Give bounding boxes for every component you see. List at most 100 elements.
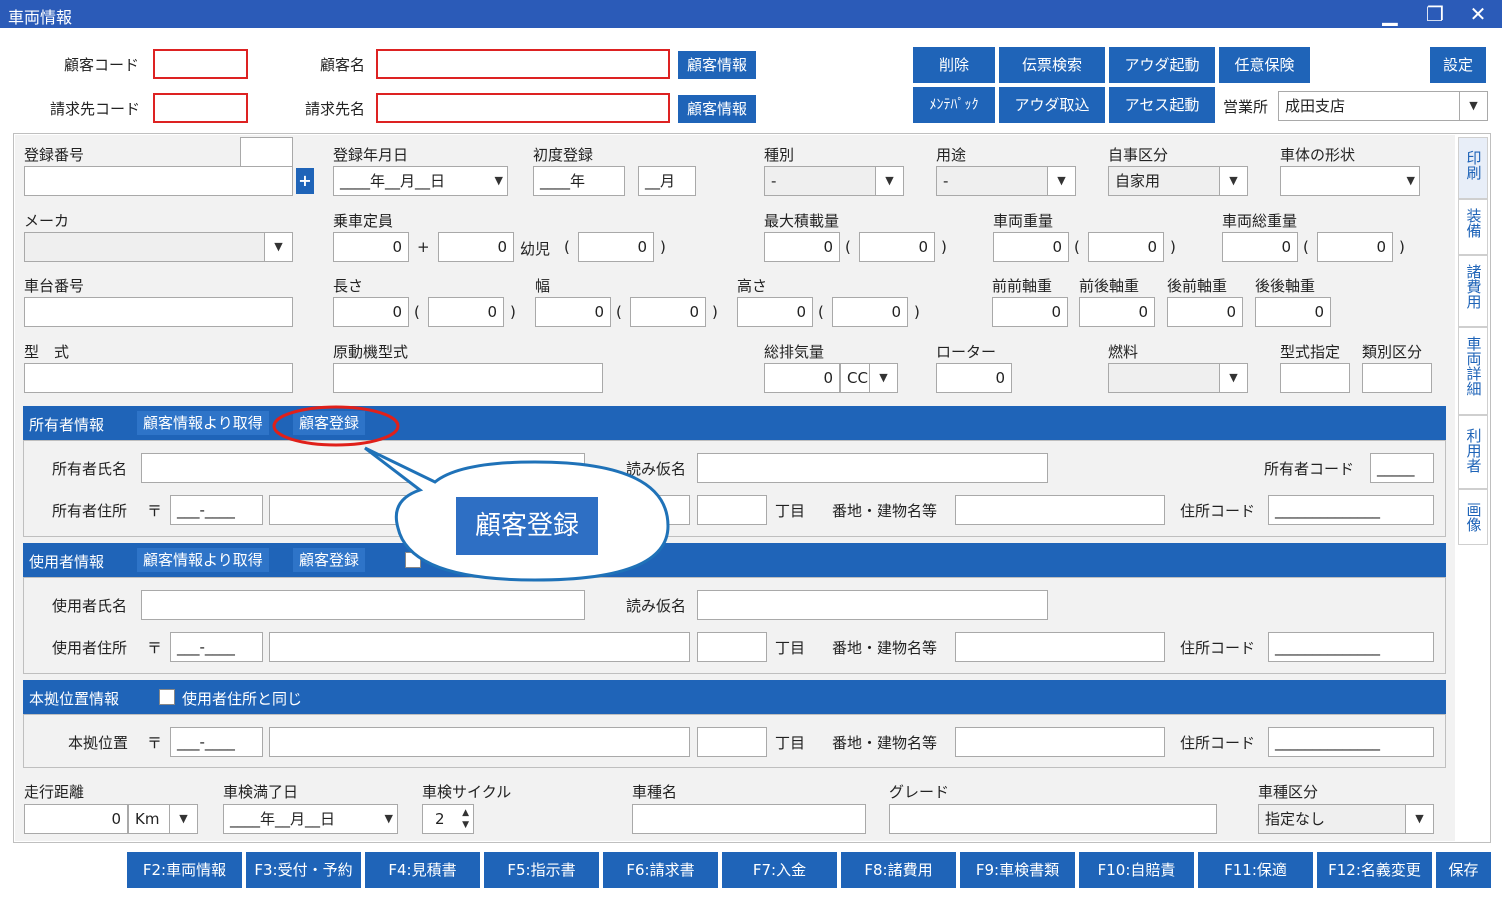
model-spec-input[interactable] bbox=[1280, 363, 1350, 393]
plus-button[interactable]: + bbox=[296, 168, 314, 194]
base-chome-input[interactable] bbox=[697, 727, 767, 757]
user-get-from-customer-button[interactable]: 顧客情報より取得 bbox=[137, 548, 269, 572]
km-select[interactable]: Km ▼ bbox=[128, 804, 198, 834]
side-tab-print[interactable]: 印刷 bbox=[1458, 137, 1488, 199]
fkey-f11-insurance[interactable]: F11:保適 bbox=[1198, 852, 1313, 888]
type-select[interactable]: - ▼ bbox=[764, 166, 904, 196]
owner-chome-input[interactable] bbox=[697, 495, 767, 525]
owner-bldg-input[interactable] bbox=[955, 495, 1165, 525]
customer-code-input[interactable] bbox=[153, 49, 248, 79]
spinner-icon[interactable]: ▲ ▼ bbox=[462, 807, 469, 833]
billing-customer-info-button[interactable]: 顧客情報 bbox=[678, 95, 756, 123]
private-class-select[interactable]: 自家用 ▼ bbox=[1108, 166, 1248, 196]
ff-axle-input[interactable]: 0 bbox=[992, 297, 1068, 327]
fkey-f8-expenses[interactable]: F8:諸費用 bbox=[841, 852, 956, 888]
office-select[interactable]: 成田支店 ▼ bbox=[1278, 91, 1488, 121]
car-name-input[interactable] bbox=[632, 804, 866, 834]
weight-input[interactable]: 0 bbox=[993, 232, 1069, 262]
side-tab-vehicle-detail[interactable]: 車両詳細 bbox=[1458, 327, 1488, 415]
infant-input[interactable]: 0 bbox=[578, 232, 654, 262]
minimize-button[interactable]: ▁ bbox=[1375, 2, 1405, 26]
save-button[interactable]: 保存 bbox=[1436, 852, 1491, 888]
user-address-input[interactable] bbox=[269, 632, 690, 662]
base-addr-code-input[interactable]: ______________ bbox=[1268, 727, 1434, 757]
base-bldg-input[interactable] bbox=[955, 727, 1165, 757]
customer-info-button[interactable]: 顧客情報 bbox=[678, 51, 756, 79]
delete-button[interactable]: 削除 bbox=[913, 47, 995, 83]
usage-select[interactable]: - ▼ bbox=[936, 166, 1076, 196]
fkey-f10-liability[interactable]: F10:自賠責 bbox=[1079, 852, 1194, 888]
rotor-input[interactable]: 0 bbox=[936, 363, 1012, 393]
auda-import-button[interactable]: アウダ取込 bbox=[999, 87, 1105, 123]
first-reg-year-input[interactable]: ____年 bbox=[533, 166, 625, 196]
grade-input[interactable] bbox=[889, 804, 1217, 834]
optional-insurance-button[interactable]: 任意保険 bbox=[1219, 47, 1310, 83]
displacement-input[interactable]: 0 bbox=[764, 363, 840, 393]
customer-name-input[interactable] bbox=[376, 49, 670, 79]
side-tab-images[interactable]: 画像 bbox=[1458, 489, 1488, 545]
fkey-f7-payment[interactable]: F7:入金 bbox=[722, 852, 837, 888]
voucher-search-button[interactable]: 伝票検索 bbox=[999, 47, 1105, 83]
height-input-2[interactable]: 0 bbox=[832, 297, 908, 327]
user-chome-input[interactable] bbox=[697, 632, 767, 662]
settings-button[interactable]: 設定 bbox=[1430, 47, 1486, 83]
model-input[interactable] bbox=[24, 363, 293, 393]
base-postal-input[interactable]: ___-____ bbox=[170, 727, 263, 757]
inspection-end-picker[interactable]: ____年__月__日 ▼ bbox=[223, 804, 398, 834]
length-input-2[interactable]: 0 bbox=[428, 297, 504, 327]
user-bldg-input[interactable] bbox=[955, 632, 1165, 662]
billing-code-input[interactable] bbox=[153, 93, 248, 123]
gross-weight-input-2[interactable]: 0 bbox=[1317, 232, 1393, 262]
length-input[interactable]: 0 bbox=[333, 297, 409, 327]
max-load-input-2[interactable]: 0 bbox=[859, 232, 935, 262]
side-tab-equipment[interactable]: 装備 bbox=[1458, 199, 1488, 255]
side-tab-expenses[interactable]: 諸費用 bbox=[1458, 255, 1488, 327]
fkey-f6-invoice[interactable]: F6:請求書 bbox=[603, 852, 718, 888]
fr-axle-input[interactable]: 0 bbox=[1079, 297, 1155, 327]
fuel-select[interactable]: ▼ bbox=[1108, 363, 1248, 393]
capacity-child-input[interactable]: 0 bbox=[438, 232, 514, 262]
user-postal-input[interactable]: ___-____ bbox=[170, 632, 263, 662]
engine-model-input[interactable] bbox=[333, 363, 603, 393]
rf-axle-input[interactable]: 0 bbox=[1167, 297, 1243, 327]
capacity-adult-input[interactable]: 0 bbox=[333, 232, 409, 262]
owner-addr-code-input[interactable]: ______________ bbox=[1268, 495, 1434, 525]
maintepack-button[interactable]: ﾒﾝﾃﾊﾟｯｸ bbox=[913, 87, 995, 123]
reg-number-prefix-input[interactable] bbox=[240, 137, 293, 167]
fkey-f2-vehicle-info[interactable]: F2:車両情報 bbox=[127, 852, 242, 888]
fkey-f12-name-change[interactable]: F12:名義変更 bbox=[1317, 852, 1432, 888]
maker-select[interactable]: ▼ bbox=[24, 232, 293, 262]
class-cls-input[interactable] bbox=[1362, 363, 1432, 393]
owner-kana-input[interactable] bbox=[697, 453, 1048, 483]
restore-button[interactable]: ❐ bbox=[1420, 2, 1450, 26]
side-tab-users[interactable]: 利用者 bbox=[1458, 415, 1488, 489]
chassis-input[interactable] bbox=[24, 297, 293, 327]
reg-date-picker[interactable]: ____年__月__日 ▼ bbox=[333, 166, 508, 196]
vehicle-class-select[interactable]: 指定なし ▼ bbox=[1258, 804, 1434, 834]
owner-postal-input[interactable]: ___-____ bbox=[170, 495, 263, 525]
max-load-input[interactable]: 0 bbox=[764, 232, 840, 262]
fkey-f3-reception[interactable]: F3:受付・予約 bbox=[246, 852, 361, 888]
mileage-input[interactable]: 0 bbox=[24, 804, 128, 834]
billing-name-input[interactable] bbox=[376, 93, 670, 123]
first-reg-month-input[interactable]: __月 bbox=[638, 166, 696, 196]
weight-input-2[interactable]: 0 bbox=[1088, 232, 1164, 262]
cc-select[interactable]: CC ▼ bbox=[840, 363, 898, 393]
reg-number-input[interactable] bbox=[24, 166, 293, 196]
base-address-input[interactable] bbox=[269, 727, 690, 757]
user-addr-code-input[interactable]: ______________ bbox=[1268, 632, 1434, 662]
fkey-f9-inspection-docs[interactable]: F9:車検書類 bbox=[960, 852, 1075, 888]
asses-start-button[interactable]: アセス起動 bbox=[1109, 87, 1215, 123]
width-input-2[interactable]: 0 bbox=[630, 297, 706, 327]
owner-code-input[interactable]: _____ bbox=[1370, 453, 1434, 483]
gross-weight-input[interactable]: 0 bbox=[1222, 232, 1298, 262]
width-input[interactable]: 0 bbox=[535, 297, 611, 327]
height-input[interactable]: 0 bbox=[737, 297, 813, 327]
rr-axle-input[interactable]: 0 bbox=[1255, 297, 1331, 327]
fkey-f4-estimate[interactable]: F4:見積書 bbox=[365, 852, 480, 888]
auda-start-button[interactable]: アウダ起動 bbox=[1109, 47, 1215, 83]
user-kana-input[interactable] bbox=[697, 590, 1048, 620]
owner-get-from-customer-button[interactable]: 顧客情報より取得 bbox=[137, 411, 269, 435]
fkey-f5-instruction[interactable]: F5:指示書 bbox=[484, 852, 599, 888]
inspection-cycle-stepper[interactable]: 2 ▲ ▼ bbox=[422, 804, 474, 834]
